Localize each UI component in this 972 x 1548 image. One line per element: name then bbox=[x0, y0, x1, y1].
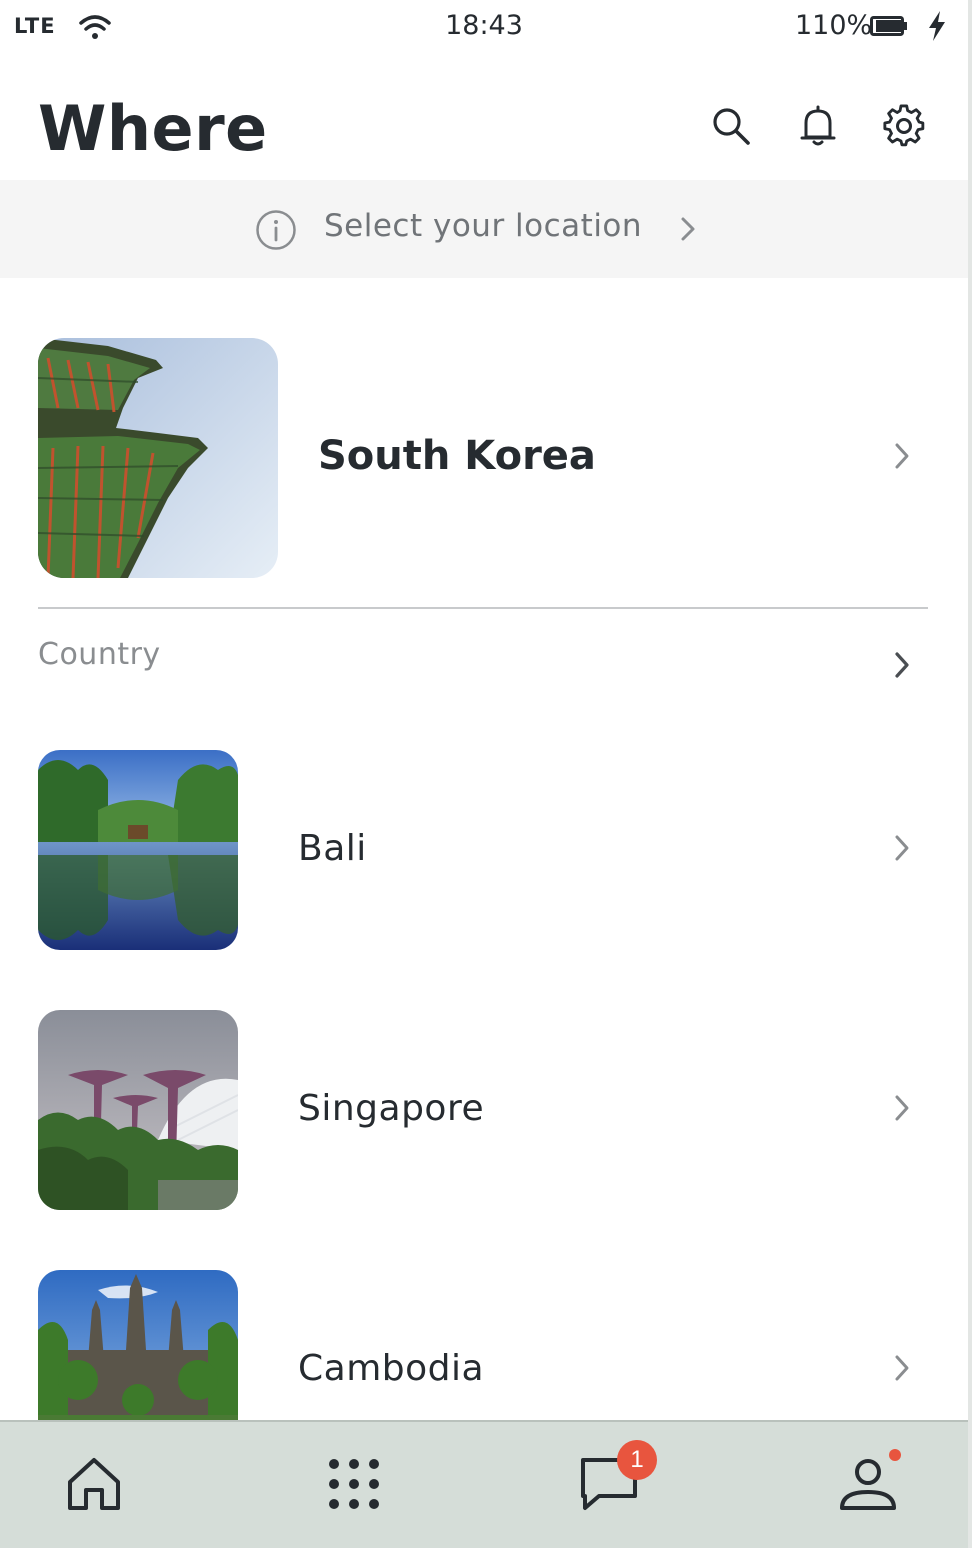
settings-button[interactable] bbox=[882, 104, 926, 148]
lake-reflection-image bbox=[38, 750, 238, 950]
bali-image bbox=[38, 750, 238, 950]
search-icon bbox=[713, 108, 750, 145]
chevron-right-icon bbox=[895, 835, 909, 861]
chevron-right-icon bbox=[895, 1355, 909, 1381]
screen-edge bbox=[968, 0, 972, 1548]
list-item-label: Singapore bbox=[298, 1088, 485, 1129]
list-item-label: Bali bbox=[298, 828, 367, 869]
apps-grid-icon bbox=[329, 1459, 379, 1509]
featured-destination[interactable]: South Korea bbox=[38, 338, 928, 578]
chevron-right-icon bbox=[895, 443, 909, 469]
divider bbox=[38, 607, 928, 609]
featured-image bbox=[38, 338, 278, 578]
singapore-image bbox=[38, 1010, 238, 1210]
chevron-right-icon bbox=[681, 217, 695, 241]
chevron-right-icon bbox=[895, 652, 909, 678]
app-screen: LTE 18:43 110% Where Select your locatio… bbox=[0, 0, 968, 1548]
home-icon bbox=[68, 1458, 120, 1510]
supertree-gardens-image bbox=[38, 1010, 238, 1210]
search-button[interactable] bbox=[709, 104, 753, 148]
section-country-header[interactable]: Country bbox=[38, 635, 928, 695]
app-header: Where bbox=[0, 70, 968, 180]
notifications-button[interactable] bbox=[796, 104, 840, 148]
list-item-label: Cambodia bbox=[298, 1348, 485, 1389]
battery-percent: 110% bbox=[795, 10, 873, 41]
nav-home[interactable] bbox=[62, 1452, 126, 1516]
korean-palace-roof-image bbox=[38, 338, 278, 578]
nav-profile[interactable] bbox=[836, 1452, 900, 1516]
battery-icon bbox=[870, 16, 907, 36]
chevron-right-icon bbox=[895, 1095, 909, 1121]
list-item-bali[interactable]: Bali bbox=[38, 750, 928, 950]
status-bar: LTE 18:43 110% bbox=[0, 0, 968, 56]
nav-apps[interactable] bbox=[322, 1452, 386, 1516]
gear-icon bbox=[883, 104, 925, 147]
info-icon bbox=[256, 210, 296, 250]
bell-icon bbox=[800, 105, 836, 146]
featured-title: South Korea bbox=[318, 433, 596, 479]
list-item-singapore[interactable]: Singapore bbox=[38, 1010, 928, 1210]
page-title: Where bbox=[38, 92, 268, 165]
charging-icon bbox=[929, 11, 945, 41]
bottom-navigation bbox=[0, 1420, 968, 1548]
section-label: Country bbox=[38, 637, 161, 672]
profile-notification-dot bbox=[889, 1449, 901, 1461]
chat-badge: 1 bbox=[617, 1440, 657, 1480]
profile-icon bbox=[840, 1459, 896, 1510]
location-prompt: Select your location bbox=[324, 208, 643, 244]
select-location-bar[interactable]: Select your location bbox=[0, 180, 968, 278]
